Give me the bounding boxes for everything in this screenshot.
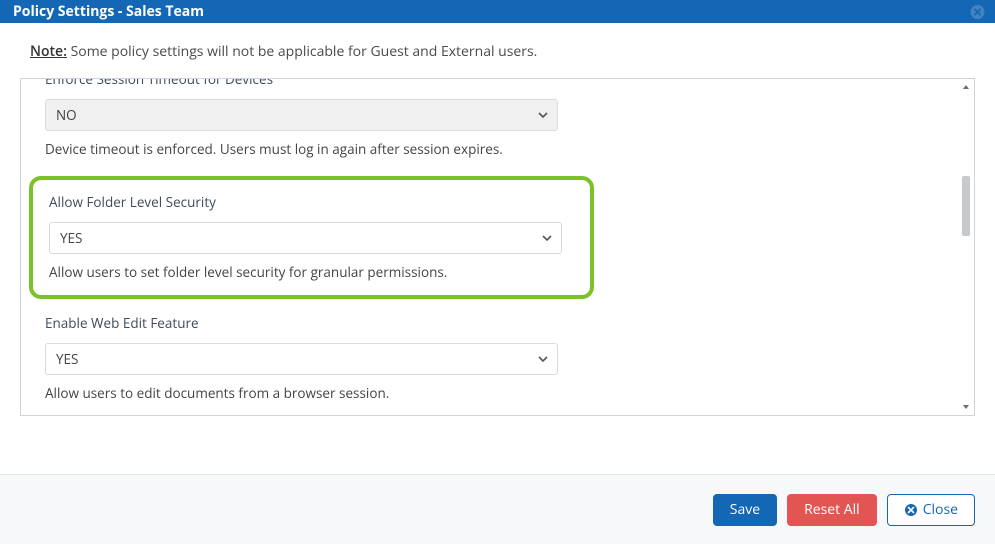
select-value: YES [60,229,82,247]
note-text: Some policy settings will not be applica… [67,42,537,61]
scrollbar[interactable] [960,81,972,413]
policy-title: Allow Folder Level Security [49,192,574,212]
policy-folder-security: Allow Folder Level Security YES Allow us… [49,192,574,281]
select-value: YES [56,350,78,368]
circle-x-icon [904,503,918,517]
policy-helper: Device timeout is enforced. Users must l… [45,140,974,158]
session-timeout-select[interactable]: NO [45,99,558,131]
reset-all-button[interactable]: Reset All [787,494,877,526]
chevron-down-icon [537,109,549,121]
close-icon[interactable] [970,4,985,19]
button-label: Reset All [804,500,860,519]
modal-header: Policy Settings - Sales Team [0,0,995,23]
button-label: Save [730,500,760,519]
policies-panel: Enforce Session Timeout for Devices NO D… [20,78,975,416]
note-label: Note: [30,42,67,61]
policy-title: Enable Web Edit Feature [45,313,974,333]
policy-title: Enforce Session Timeout for Devices [45,79,974,89]
save-button[interactable]: Save [713,494,777,526]
button-label: Close [923,500,958,519]
modal-footer: Save Reset All Close [0,474,995,544]
note-block: Note: Some policy settings will not be a… [0,23,995,69]
select-value: NO [56,106,77,124]
policy-folder-security-highlight: Allow Folder Level Security YES Allow us… [29,176,594,299]
scroll-thumb[interactable] [962,176,970,236]
web-edit-select[interactable]: YES [45,343,558,375]
policy-helper: Allow users to edit documents from a bro… [45,384,974,402]
folder-security-select[interactable]: YES [49,222,562,254]
chevron-down-icon [541,232,553,244]
policy-helper: Allow users to set folder level security… [49,263,574,281]
policies-scroll: Enforce Session Timeout for Devices NO D… [21,79,974,415]
policy-web-edit: Enable Web Edit Feature YES Allow users … [21,313,974,402]
modal-title: Policy Settings - Sales Team [13,2,204,21]
chevron-down-icon [537,353,549,365]
close-button[interactable]: Close [887,494,975,526]
scroll-up-arrow-icon[interactable] [960,81,972,93]
scroll-down-arrow-icon[interactable] [960,401,972,413]
policy-session-timeout: Enforce Session Timeout for Devices NO D… [21,79,974,158]
